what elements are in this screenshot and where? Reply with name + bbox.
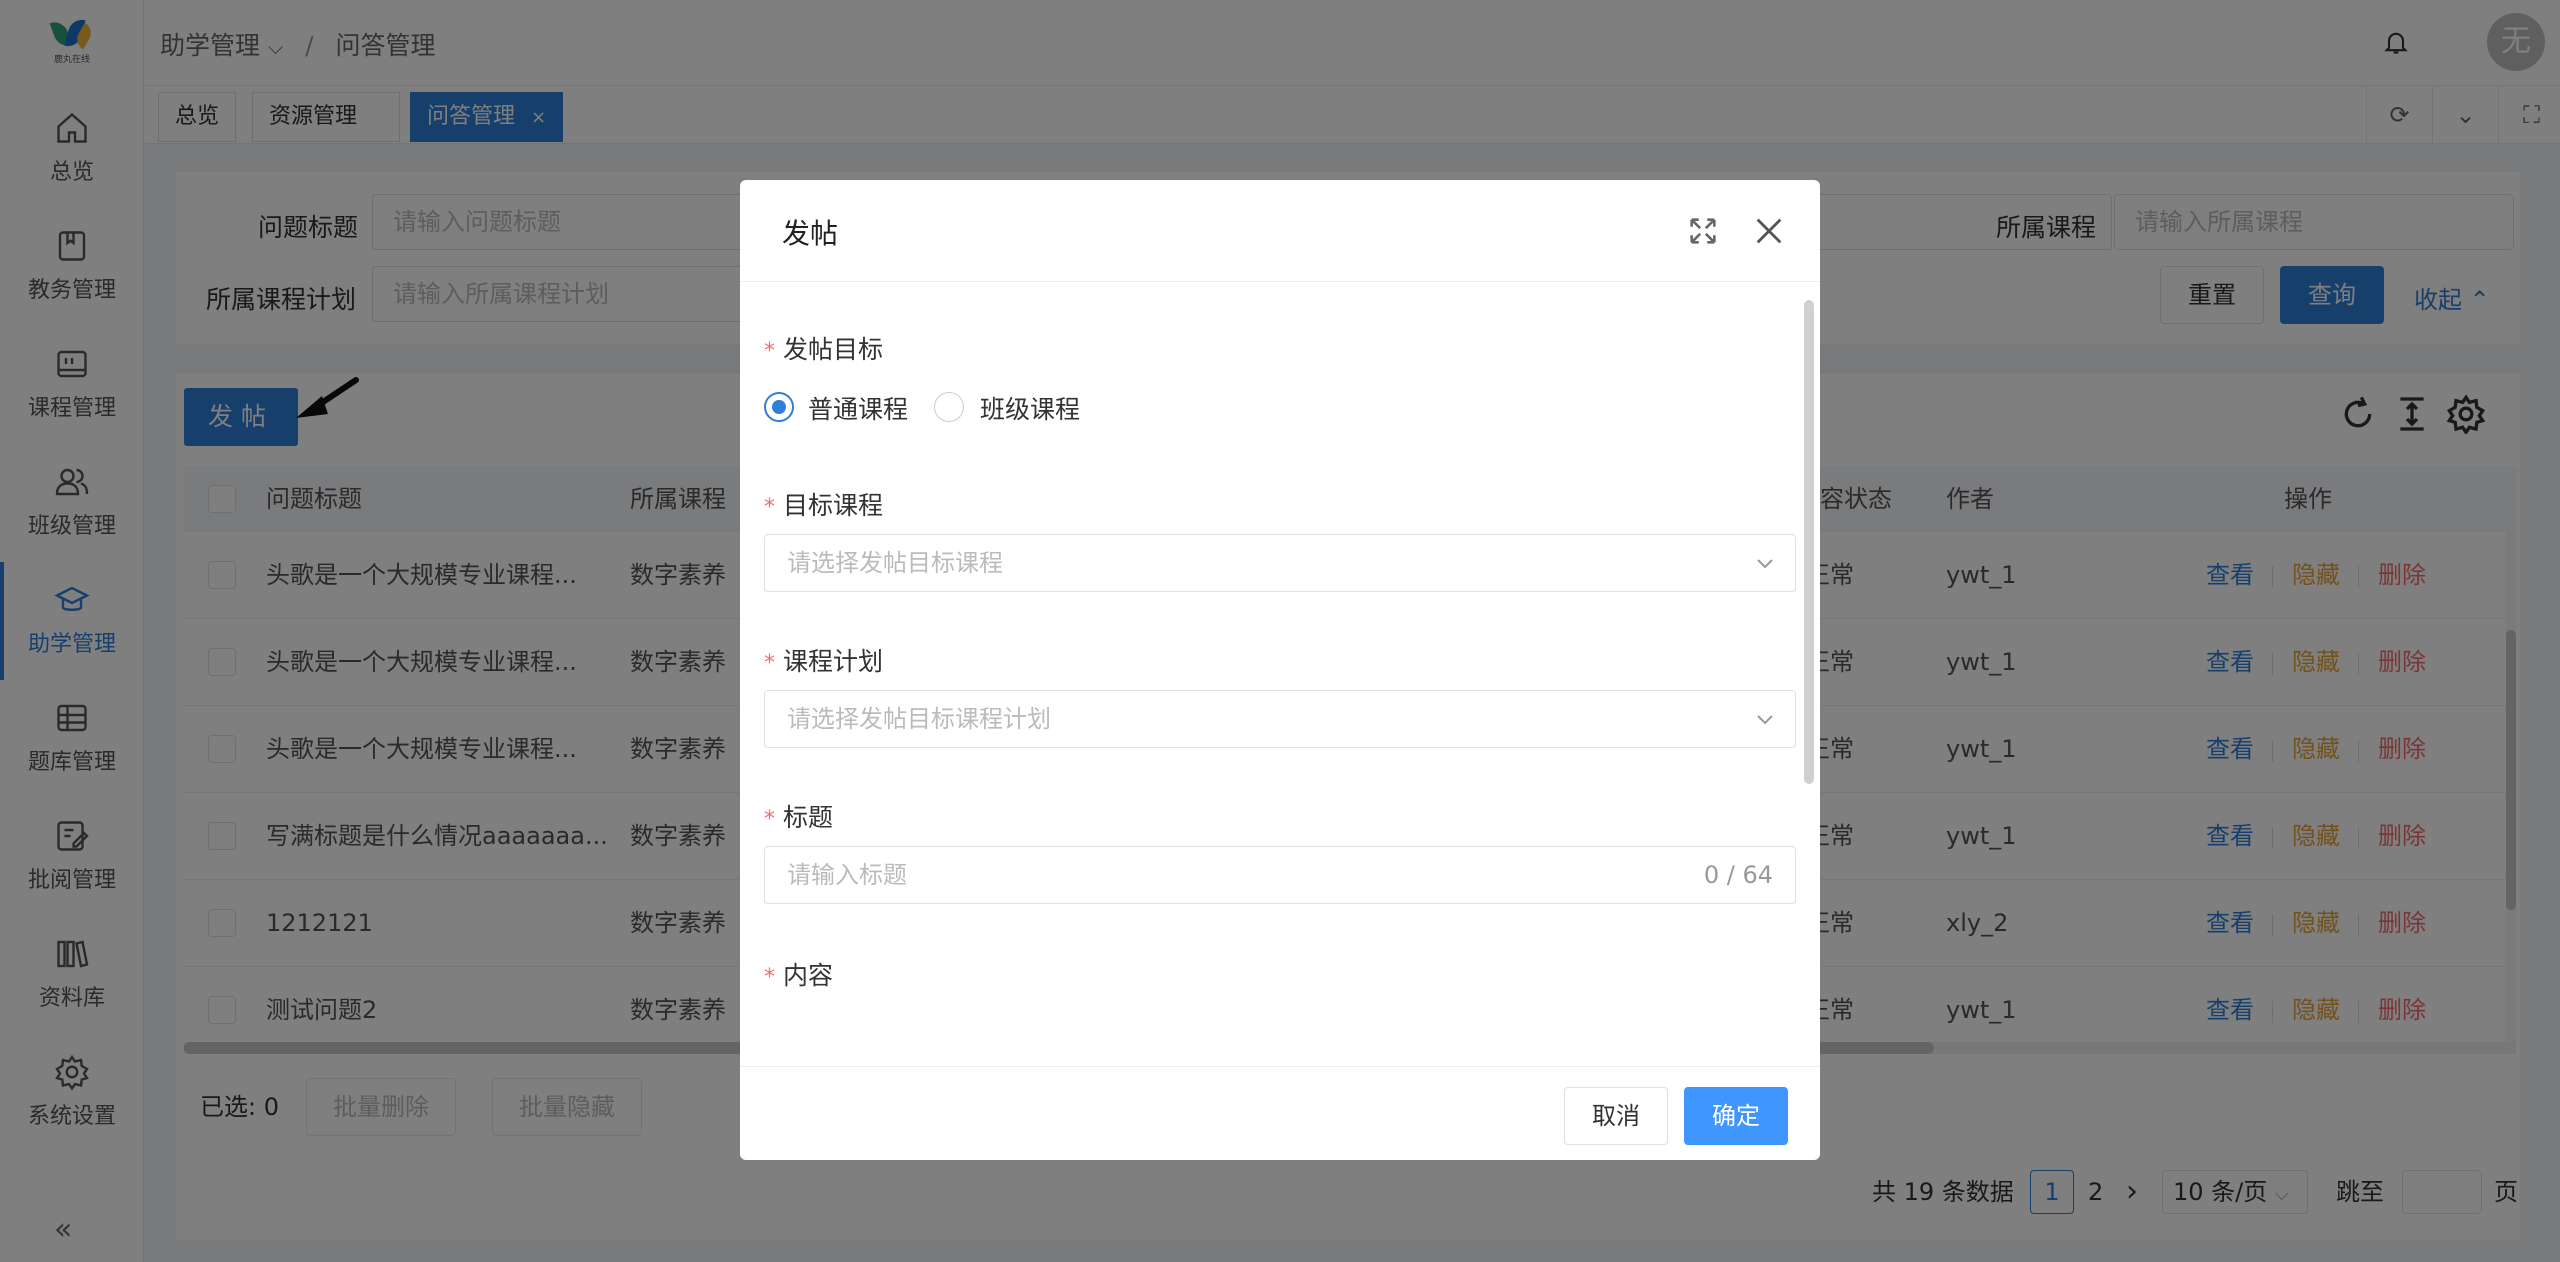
- plan-label: * 课程计划: [764, 642, 883, 678]
- radio-normal-course[interactable]: [764, 392, 794, 422]
- course-label-text: 目标课程: [783, 491, 884, 520]
- dialog-title: 发帖: [782, 217, 839, 250]
- content-label: * 内容: [764, 956, 833, 992]
- target-label-text: 发帖目标: [783, 335, 884, 364]
- close-icon[interactable]: [1752, 214, 1786, 248]
- course-plan-select[interactable]: 请选择发帖目标课程计划: [764, 690, 1796, 748]
- radio-class-course[interactable]: [934, 392, 964, 422]
- post-dialog: 发帖 * 发帖目标 普通课程 班级课程 * 目标课程 请选择发帖目标课程 * 课程计划…: [740, 180, 1820, 1160]
- radio-class-course-label[interactable]: 班级课程: [980, 390, 1080, 426]
- dialog-footer: 取消 确定: [740, 1066, 1820, 1160]
- cancel-button[interactable]: 取消: [1564, 1087, 1668, 1145]
- course-plan-placeholder: 请选择发帖目标课程计划: [787, 705, 1051, 733]
- title-label: * 标题: [764, 798, 833, 834]
- required-mark: *: [764, 495, 775, 520]
- radio-normal-course-label[interactable]: 普通课程: [808, 390, 908, 426]
- confirm-button[interactable]: 确定: [1684, 1087, 1788, 1145]
- required-mark: *: [764, 651, 775, 676]
- chevron-down-icon: [1757, 559, 1773, 569]
- title-placeholder: 请输入标题: [787, 861, 907, 889]
- target-label: * 发帖目标: [764, 330, 883, 366]
- title-label-text: 标题: [783, 803, 834, 832]
- title-char-counter: 0 / 64: [1703, 861, 1773, 889]
- target-course-select[interactable]: 请选择发帖目标课程: [764, 534, 1796, 592]
- dialog-body: * 发帖目标 普通课程 班级课程 * 目标课程 请选择发帖目标课程 * 课程计划 请选…: [740, 282, 1820, 1046]
- required-mark: *: [764, 965, 775, 990]
- dialog-header: 发帖: [740, 180, 1820, 282]
- content-label-text: 内容: [783, 961, 834, 990]
- title-input[interactable]: 请输入标题 0 / 64: [764, 846, 1796, 904]
- plan-label-text: 课程计划: [783, 647, 884, 676]
- dialog-scrollbar[interactable]: [1804, 300, 1814, 784]
- course-label: * 目标课程: [764, 486, 883, 522]
- fullscreen-icon[interactable]: [1686, 214, 1720, 248]
- chevron-down-icon: [1757, 715, 1773, 725]
- required-mark: *: [764, 339, 775, 364]
- target-course-placeholder: 请选择发帖目标课程: [787, 549, 1003, 577]
- required-mark: *: [764, 807, 775, 832]
